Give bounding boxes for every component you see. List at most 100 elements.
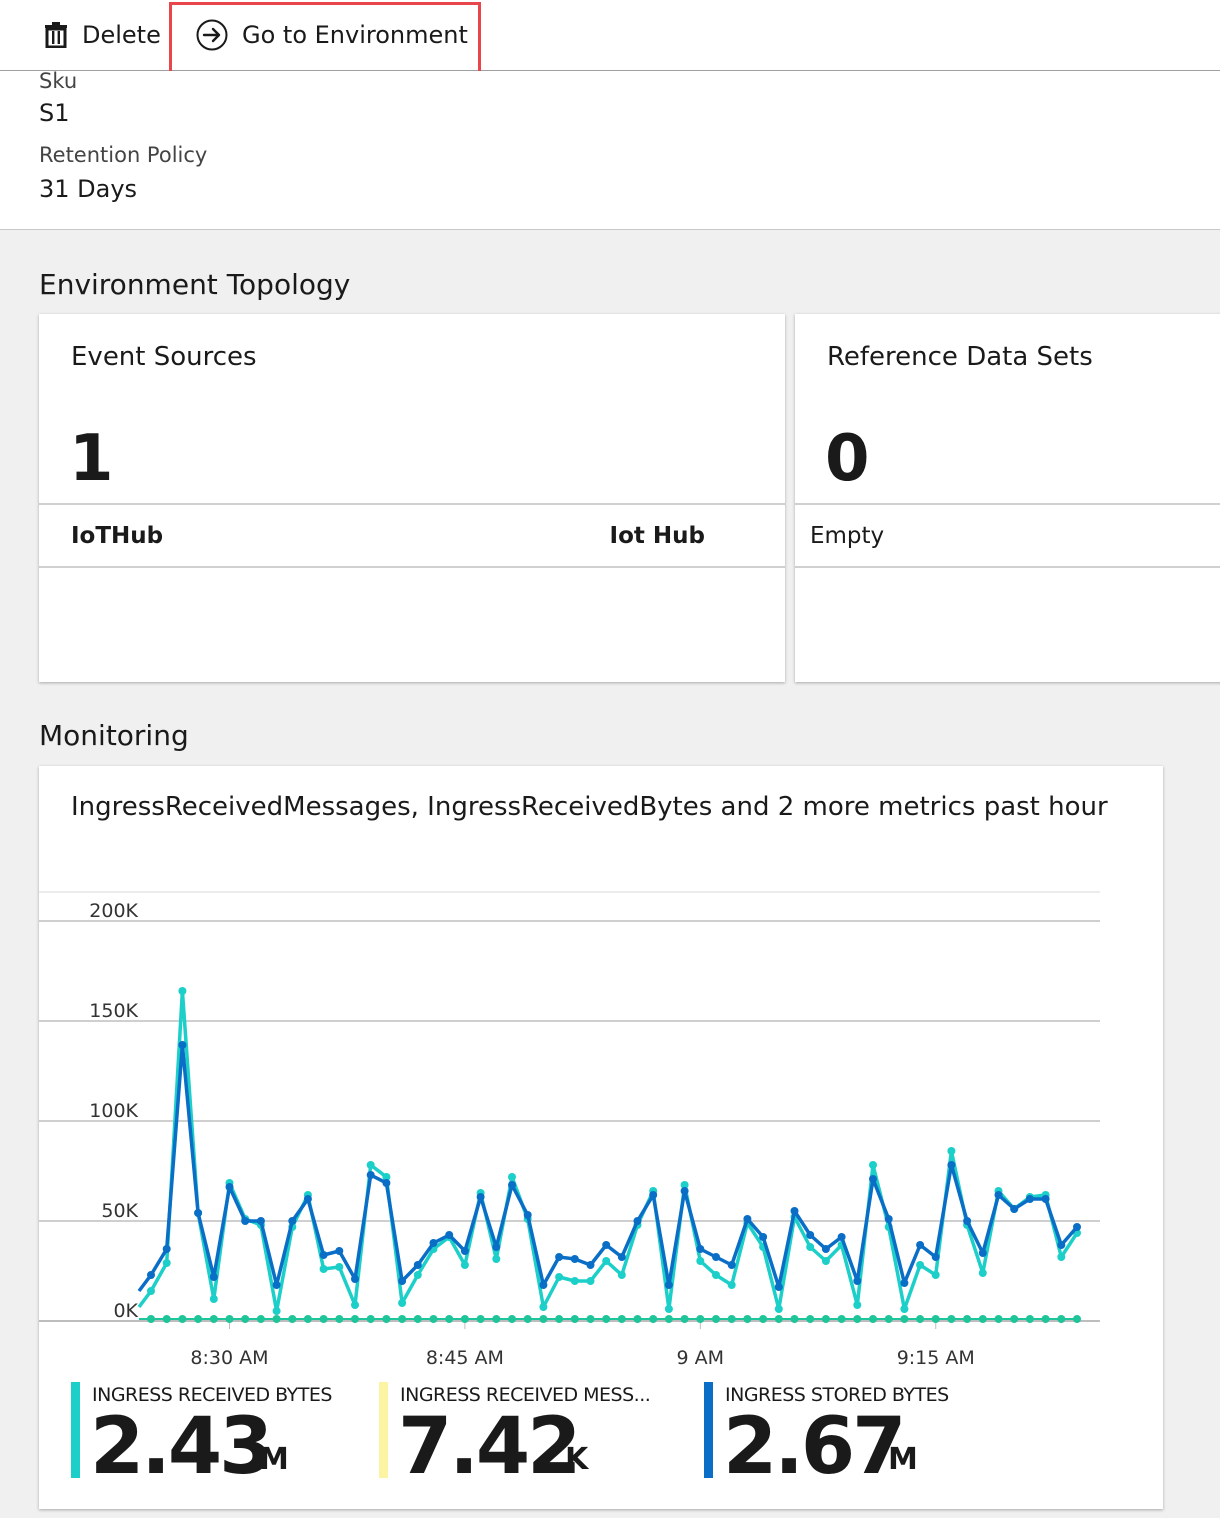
data-point bbox=[351, 1301, 359, 1309]
data-point bbox=[162, 1315, 171, 1323]
data-point bbox=[821, 1315, 830, 1323]
data-point bbox=[413, 1261, 422, 1269]
divider bbox=[39, 566, 785, 568]
data-point bbox=[947, 1161, 956, 1169]
data-point bbox=[586, 1261, 595, 1269]
data-point bbox=[931, 1253, 940, 1261]
data-point bbox=[382, 1179, 391, 1187]
data-point bbox=[508, 1315, 516, 1323]
divider bbox=[39, 503, 785, 505]
data-point bbox=[931, 1271, 940, 1279]
data-point bbox=[900, 1279, 909, 1287]
data-point bbox=[209, 1273, 218, 1281]
data-point bbox=[947, 1315, 956, 1323]
data-point bbox=[1057, 1315, 1066, 1323]
data-point bbox=[602, 1315, 611, 1323]
data-point bbox=[492, 1255, 501, 1263]
data-point bbox=[837, 1233, 846, 1241]
data-point bbox=[241, 1315, 250, 1323]
data-point bbox=[460, 1261, 469, 1269]
retention-policy-label: Retention Policy bbox=[39, 143, 208, 167]
data-point bbox=[460, 1247, 469, 1255]
data-point bbox=[476, 1315, 485, 1323]
data-point bbox=[617, 1271, 626, 1279]
data-point bbox=[303, 1195, 312, 1203]
data-point bbox=[335, 1247, 344, 1255]
x-tick-label: 8:45 AM bbox=[426, 1347, 504, 1369]
data-point bbox=[539, 1303, 548, 1311]
data-point bbox=[351, 1315, 359, 1323]
data-point bbox=[209, 1295, 218, 1303]
data-point bbox=[759, 1315, 768, 1323]
data-point bbox=[319, 1265, 328, 1273]
data-point bbox=[617, 1253, 626, 1261]
data-point bbox=[743, 1315, 752, 1323]
data-point bbox=[398, 1299, 407, 1307]
event-source-name[interactable]: IoTHub bbox=[71, 523, 163, 549]
data-point bbox=[978, 1249, 987, 1257]
data-point bbox=[319, 1315, 328, 1323]
data-point bbox=[319, 1251, 328, 1259]
data-point bbox=[413, 1315, 422, 1323]
data-point bbox=[147, 1287, 155, 1295]
data-point bbox=[617, 1315, 626, 1323]
data-point bbox=[696, 1245, 705, 1253]
data-point bbox=[162, 1259, 171, 1267]
retention-policy-value: 31 Days bbox=[39, 175, 138, 203]
data-point bbox=[963, 1217, 972, 1225]
data-point bbox=[884, 1215, 893, 1223]
data-point bbox=[853, 1301, 862, 1309]
data-point bbox=[727, 1315, 736, 1323]
data-point bbox=[445, 1231, 454, 1239]
data-point bbox=[209, 1315, 218, 1323]
legend-unit: K bbox=[565, 1442, 589, 1477]
data-point bbox=[366, 1161, 375, 1169]
data-point bbox=[508, 1173, 516, 1181]
data-point bbox=[696, 1257, 705, 1265]
data-point bbox=[398, 1277, 407, 1285]
data-point bbox=[586, 1315, 595, 1323]
legend-value: 7.42 bbox=[398, 1402, 581, 1492]
data-point bbox=[162, 1245, 171, 1253]
data-point bbox=[1025, 1195, 1034, 1203]
data-point bbox=[272, 1281, 281, 1289]
data-point bbox=[555, 1315, 564, 1323]
data-point bbox=[712, 1253, 720, 1261]
data-point bbox=[869, 1315, 877, 1323]
data-point bbox=[256, 1315, 265, 1323]
data-point bbox=[272, 1315, 281, 1323]
data-point bbox=[759, 1233, 768, 1241]
data-point bbox=[194, 1315, 203, 1323]
sku-value: S1 bbox=[39, 99, 70, 127]
delete-button[interactable]: Delete bbox=[44, 0, 161, 70]
data-point bbox=[978, 1269, 987, 1277]
data-point bbox=[806, 1231, 815, 1239]
data-point bbox=[523, 1211, 532, 1219]
y-tick-label: 100K bbox=[89, 1100, 138, 1122]
monitoring-chart-tile[interactable]: IngressReceivedMessages, IngressReceived… bbox=[39, 766, 1163, 1509]
x-tick-label: 9:15 AM bbox=[897, 1347, 975, 1369]
data-point bbox=[288, 1217, 297, 1225]
data-point bbox=[523, 1315, 532, 1323]
data-point bbox=[1073, 1223, 1081, 1231]
topology-section-title: Environment Topology bbox=[39, 268, 351, 301]
data-point bbox=[460, 1315, 469, 1323]
data-point bbox=[335, 1315, 344, 1323]
reference-data-sets-tile[interactable]: Reference Data Sets 0 Empty bbox=[795, 314, 1220, 682]
metrics-line-chart: 0K 50K 100K 150K 200K 8:30 AM 8:45 AM 9 AM 9:15 … bbox=[39, 891, 1100, 1369]
data-point bbox=[743, 1215, 752, 1223]
data-point bbox=[900, 1305, 909, 1313]
data-point bbox=[366, 1315, 375, 1323]
event-source-type: Iot Hub bbox=[609, 523, 705, 549]
data-point bbox=[351, 1275, 359, 1283]
data-point bbox=[821, 1245, 830, 1253]
event-sources-tile[interactable]: Event Sources 1 IoTHub Iot Hub bbox=[39, 314, 785, 682]
data-point bbox=[712, 1271, 720, 1279]
essentials-panel: Sku S1 Retention Policy 31 Days bbox=[0, 69, 1220, 230]
data-point bbox=[680, 1315, 689, 1323]
data-point bbox=[1025, 1315, 1034, 1323]
data-point bbox=[1010, 1315, 1019, 1323]
data-point bbox=[680, 1187, 689, 1195]
data-point bbox=[649, 1191, 658, 1199]
data-point bbox=[1041, 1195, 1050, 1203]
